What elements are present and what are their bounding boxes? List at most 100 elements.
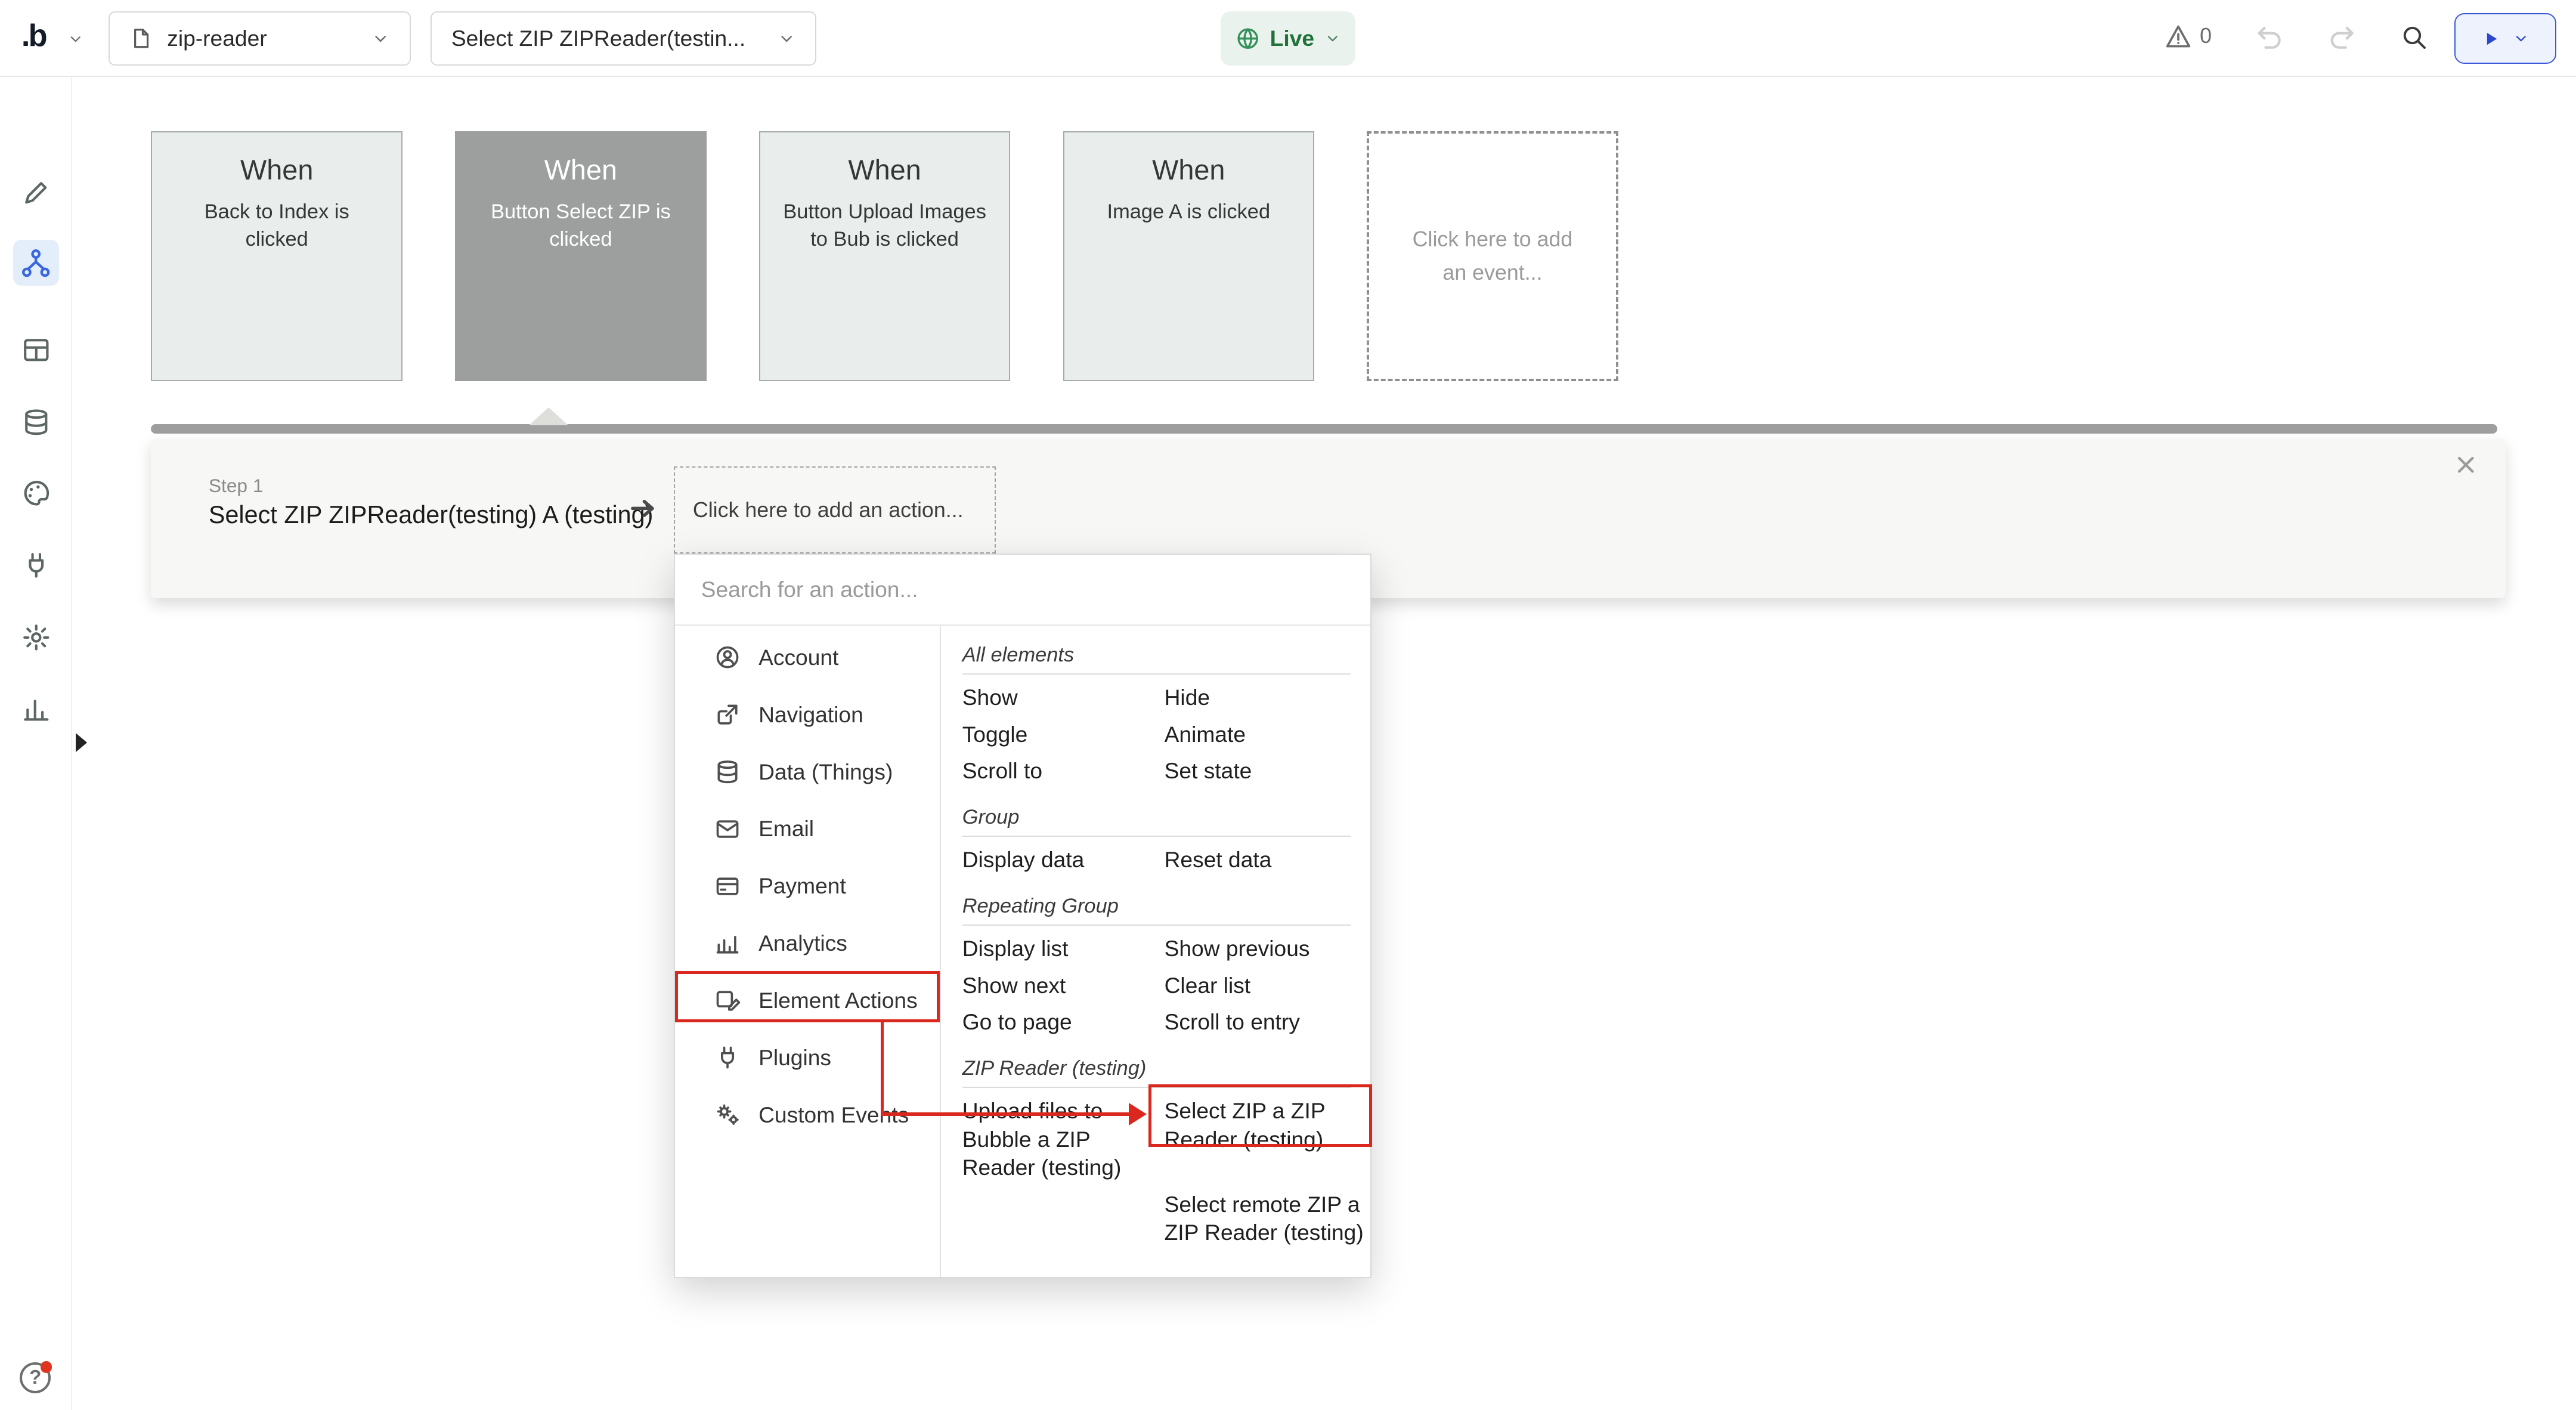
event-subtitle: Button Select ZIP is clicked bbox=[477, 198, 684, 253]
action-item-display-data[interactable]: Display data bbox=[962, 846, 1165, 874]
chevron-down-icon bbox=[1324, 30, 1341, 47]
category-label: Element Actions bbox=[758, 988, 918, 1013]
action-item-select-remote-zip[interactable]: Select remote ZIP a ZIP Reader (testing) bbox=[1165, 1191, 1371, 1247]
action-item-show-previous[interactable]: Show previous bbox=[1165, 935, 1371, 963]
data-icon[interactable] bbox=[17, 403, 56, 442]
category-label: Data (Things) bbox=[758, 759, 893, 785]
styles-icon[interactable] bbox=[17, 473, 56, 512]
selected-event-pointer bbox=[529, 407, 568, 425]
category-payment[interactable]: Payment bbox=[675, 858, 940, 915]
action-item-animate[interactable]: Animate bbox=[1165, 721, 1371, 749]
category-custom-events[interactable]: Custom Events bbox=[675, 1086, 940, 1143]
action-item-hide[interactable]: Hide bbox=[1165, 684, 1371, 712]
section-header: ZIP Reader (testing) bbox=[962, 1049, 1351, 1088]
arrow-right-icon bbox=[629, 494, 657, 522]
action-row: Upload files to Bubble a ZIP Reader (tes… bbox=[962, 1093, 1351, 1186]
action-item-show-next[interactable]: Show next bbox=[962, 972, 1165, 1000]
step-title[interactable]: Select ZIP ZIPReader(testing) A (testing… bbox=[209, 501, 653, 529]
event-card-button-upload-images[interactable]: When Button Upload Images to Bub is clic… bbox=[759, 131, 1011, 381]
environment-label: Live bbox=[1270, 26, 1314, 51]
custom-events-icon bbox=[714, 1102, 741, 1128]
page-icon bbox=[129, 27, 153, 50]
action-item-empty bbox=[962, 1191, 1165, 1247]
category-email[interactable]: Email bbox=[675, 800, 940, 858]
action-categories: Account Navigation Data (Things) Email P… bbox=[675, 626, 941, 1278]
event-title: When bbox=[456, 154, 705, 186]
action-item-display-list[interactable]: Display list bbox=[962, 935, 1165, 963]
action-item-clear-list[interactable]: Clear list bbox=[1165, 972, 1371, 1000]
category-label: Payment bbox=[758, 873, 846, 899]
action-row: Show next Clear list bbox=[962, 967, 1351, 1004]
undo-button[interactable] bbox=[2254, 21, 2285, 52]
navigation-icon bbox=[714, 701, 741, 728]
event-title: When bbox=[1064, 154, 1314, 186]
action-picker-popup: Account Navigation Data (Things) Email P… bbox=[674, 554, 1372, 1278]
category-account[interactable]: Account bbox=[675, 629, 940, 686]
action-item-upload-files-to-bubble[interactable]: Upload files to Bubble a ZIP Reader (tes… bbox=[962, 1097, 1165, 1182]
issues-count: 0 bbox=[2200, 24, 2212, 48]
add-action-button[interactable]: Click here to add an action... bbox=[674, 466, 996, 554]
action-item-go-to-page[interactable]: Go to page bbox=[962, 1008, 1165, 1037]
settings-icon[interactable] bbox=[17, 618, 56, 657]
environment-live-badge[interactable]: Live bbox=[1221, 11, 1355, 66]
redo-button[interactable] bbox=[2326, 21, 2357, 52]
event-card-back-to-index[interactable]: When Back to Index is clicked bbox=[151, 131, 402, 381]
category-analytics[interactable]: Analytics bbox=[675, 915, 940, 972]
logs-icon[interactable] bbox=[17, 690, 56, 729]
search-button[interactable] bbox=[2400, 23, 2428, 51]
action-item-select-zip[interactable]: Select ZIP a ZIP Reader (testing) bbox=[1165, 1097, 1371, 1182]
sidebar-expand-handle[interactable] bbox=[76, 733, 87, 752]
play-icon bbox=[2482, 30, 2500, 48]
event-title: When bbox=[152, 154, 401, 186]
left-sidebar: ? bbox=[0, 77, 72, 1409]
chevron-down-icon bbox=[778, 30, 795, 48]
action-item-scroll-to-entry[interactable]: Scroll to entry bbox=[1165, 1008, 1371, 1037]
layout-icon[interactable] bbox=[17, 330, 56, 370]
action-row: Toggle Animate bbox=[962, 716, 1351, 753]
email-icon bbox=[714, 816, 741, 842]
workflow-icon[interactable] bbox=[13, 240, 59, 286]
bubble-logo[interactable]: .b bbox=[21, 18, 46, 54]
design-pencil-icon[interactable] bbox=[17, 172, 56, 212]
section-header: All elements bbox=[962, 635, 1351, 675]
page-selector-dropdown[interactable]: zip-reader bbox=[109, 11, 411, 66]
category-label: Plugins bbox=[758, 1045, 831, 1071]
category-label: Email bbox=[758, 816, 814, 842]
action-item-show[interactable]: Show bbox=[962, 684, 1165, 712]
event-card-button-select-zip[interactable]: When Button Select ZIP is clicked bbox=[455, 131, 707, 381]
category-element-actions[interactable]: Element Actions bbox=[675, 972, 940, 1029]
event-card-image-a[interactable]: When Image A is clicked bbox=[1063, 131, 1315, 381]
category-label: Custom Events bbox=[758, 1102, 909, 1128]
preview-button[interactable] bbox=[2454, 13, 2556, 64]
section-header: Repeating Group bbox=[962, 886, 1351, 926]
element-selector-dropdown[interactable]: Select ZIP ZIPReader(testin... bbox=[431, 11, 816, 66]
action-item-scroll-to[interactable]: Scroll to bbox=[962, 757, 1165, 786]
issues-indicator[interactable]: 0 bbox=[2165, 23, 2212, 50]
workflow-track-bar[interactable] bbox=[151, 424, 2497, 434]
section-zip-reader: ZIP Reader (testing) Upload files to Bub… bbox=[962, 1049, 1351, 1251]
action-row: Go to page Scroll to entry bbox=[962, 1004, 1351, 1040]
action-item-toggle[interactable]: Toggle bbox=[962, 721, 1165, 749]
chevron-down-icon bbox=[2513, 30, 2529, 47]
close-icon[interactable] bbox=[2454, 453, 2478, 477]
payment-icon bbox=[714, 873, 741, 899]
category-plugins[interactable]: Plugins bbox=[675, 1029, 940, 1087]
category-navigation[interactable]: Navigation bbox=[675, 686, 940, 743]
page-selector-value: zip-reader bbox=[167, 26, 267, 51]
category-data-things[interactable]: Data (Things) bbox=[675, 743, 940, 800]
action-search-input[interactable] bbox=[701, 577, 1345, 602]
help-button[interactable]: ? bbox=[20, 1362, 51, 1393]
action-search-row bbox=[675, 555, 1371, 625]
event-subtitle: Back to Index is clicked bbox=[174, 198, 380, 253]
add-event-button[interactable]: Click here to add an event... bbox=[1367, 131, 1618, 381]
action-row: Show Hide bbox=[962, 679, 1351, 716]
logo-chevron-down-icon[interactable] bbox=[67, 31, 84, 48]
chevron-down-icon bbox=[371, 30, 389, 48]
action-item-set-state[interactable]: Set state bbox=[1165, 757, 1371, 786]
event-subtitle: Button Upload Images to Bub is clicked bbox=[781, 198, 988, 253]
plugins-icon[interactable] bbox=[17, 546, 56, 585]
action-row: Display list Show previous bbox=[962, 930, 1351, 967]
action-row: Display data Reset data bbox=[962, 842, 1351, 878]
action-item-reset-data[interactable]: Reset data bbox=[1165, 846, 1371, 874]
element-selector-value: Select ZIP ZIPReader(testin... bbox=[451, 26, 745, 51]
